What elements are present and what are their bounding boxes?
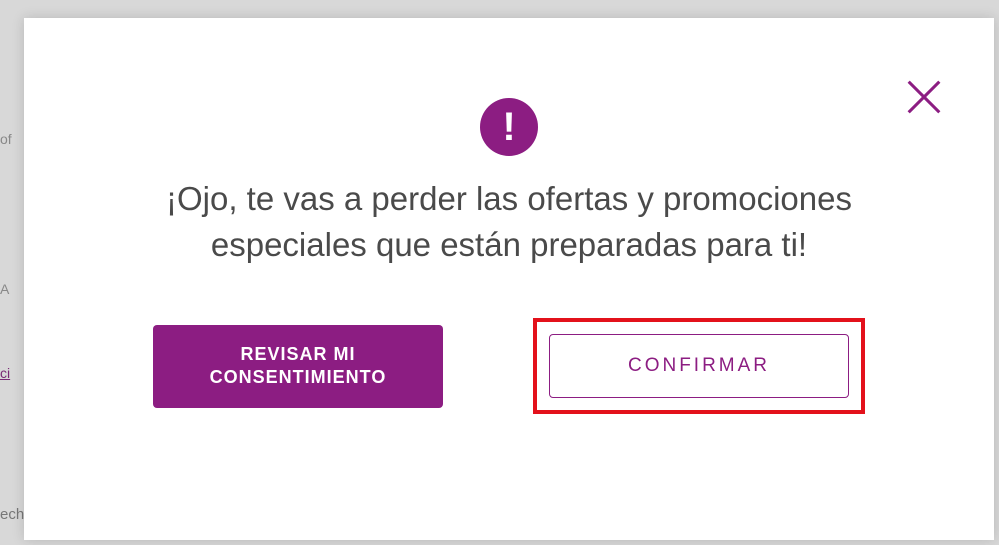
- confirm-button[interactable]: CONFIRMAR: [549, 334, 849, 398]
- review-consent-button[interactable]: REVISAR MICONSENTIMIENTO: [153, 325, 443, 408]
- modal-message: ¡Ojo, te vas a perder las ofertas y prom…: [84, 176, 934, 268]
- confirm-highlight-box: CONFIRMAR: [533, 318, 865, 414]
- background-text: ci: [0, 364, 10, 384]
- review-consent-label: REVISAR MICONSENTIMIENTO: [210, 344, 387, 387]
- consent-modal: ! ¡Ojo, te vas a perder las ofertas y pr…: [24, 18, 994, 540]
- background-text: A: [0, 280, 9, 300]
- background-text: of: [0, 130, 12, 150]
- exclamation-icon: !: [480, 98, 538, 156]
- button-row: REVISAR MICONSENTIMIENTO CONFIRMAR: [84, 318, 934, 414]
- close-button[interactable]: [899, 73, 949, 123]
- confirm-label: CONFIRMAR: [628, 355, 770, 376]
- close-icon: [901, 74, 947, 123]
- alert-icon-wrap: !: [84, 98, 934, 156]
